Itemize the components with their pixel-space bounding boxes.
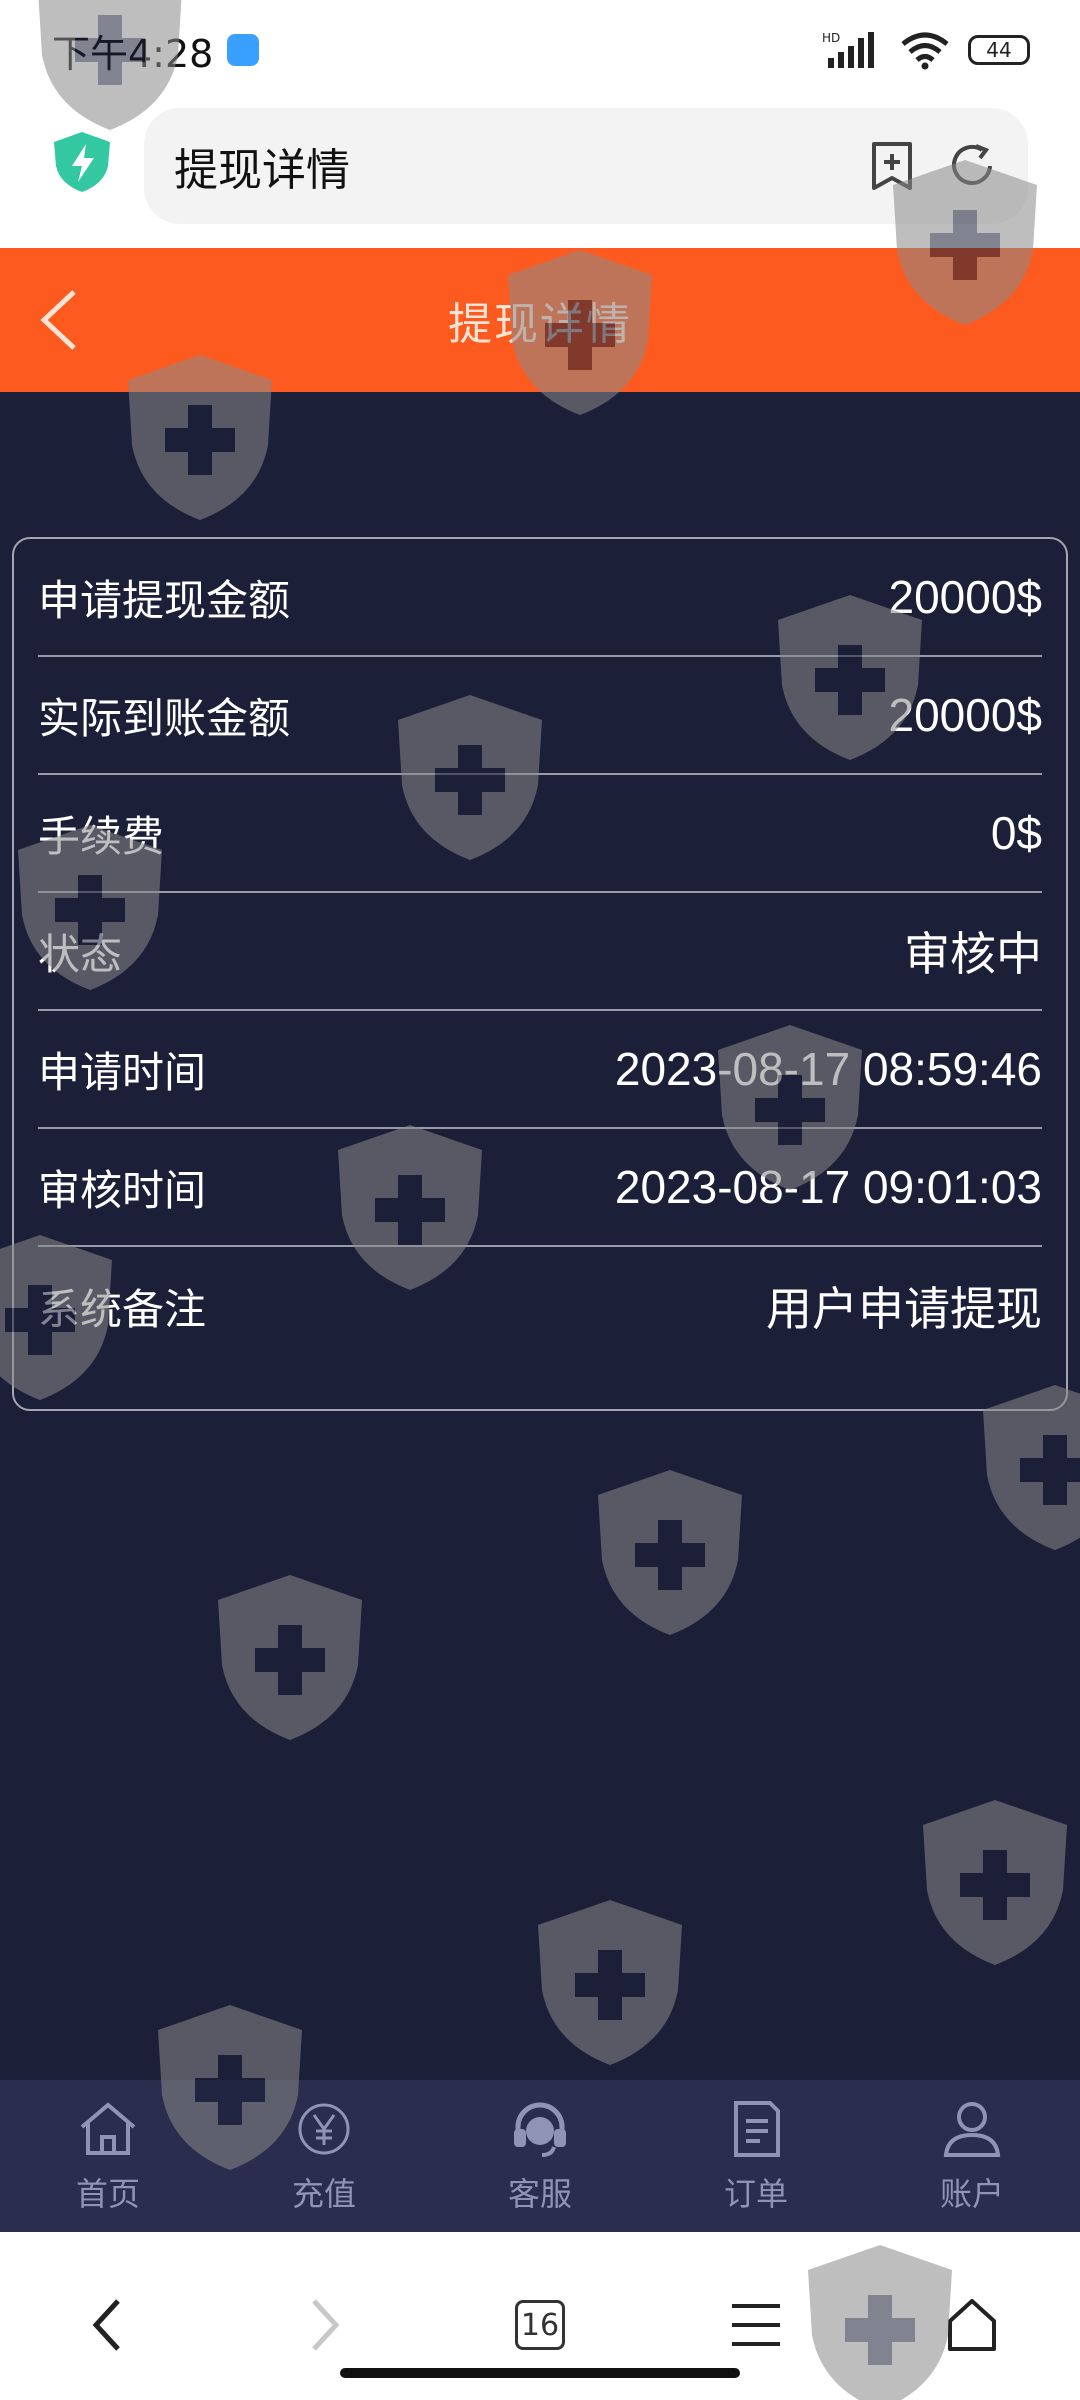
nav-label: 账户 (939, 2175, 1004, 2213)
hamburger-menu-icon (732, 2304, 780, 2346)
detail-row-review-time: 审核时间 2023-08-17 09:01:03 (38, 1129, 1042, 1247)
address-text[interactable]: 提现详情 (174, 134, 838, 198)
status-left: 下午4:28 (52, 23, 260, 78)
home-outline-icon (948, 2299, 996, 2351)
row-label: 申请时间 (38, 1047, 207, 1097)
withdrawal-detail-card: 申请提现金额 20000$ 实际到账金额 20000$ 手续费 0$ 状态 审核… (12, 537, 1068, 1411)
home-indicator[interactable] (340, 2368, 740, 2378)
browser-address-bar: 提现详情 (0, 100, 1080, 248)
nav-item-orders[interactable]: 订单 (676, 2097, 836, 2215)
row-label: 手续费 (38, 811, 165, 861)
address-field[interactable]: 提现详情 (144, 108, 1028, 224)
row-label: 审核时间 (38, 1165, 207, 1215)
row-value: 20000$ (888, 689, 1043, 741)
tabs-count: 16 (515, 2300, 565, 2350)
document-icon (734, 2101, 780, 2157)
nav-label: 充值 (291, 2175, 356, 2213)
row-value: 20000$ (888, 571, 1043, 623)
detail-row-requested-amount: 申请提现金额 20000$ (38, 539, 1042, 657)
nav-label: 客服 (507, 2175, 572, 2213)
page-header: 提现详情 (0, 248, 1080, 392)
browser-back-button[interactable] (73, 2290, 143, 2360)
battery-indicator: 44 (968, 35, 1030, 65)
row-label: 状态 (38, 929, 123, 979)
nav-label: 订单 (723, 2175, 788, 2213)
network-type-label: HD (822, 31, 840, 45)
nav-label: 首页 (75, 2175, 140, 2213)
home-icon (80, 2102, 136, 2155)
watermark-shield-icon (218, 1575, 362, 1740)
watermark-shield-icon (923, 1800, 1067, 1965)
row-label: 系统备注 (38, 1284, 207, 1334)
nav-item-customer-service[interactable]: 客服 (460, 2097, 620, 2215)
tabs-button[interactable]: 16 (505, 2290, 575, 2360)
row-value: 2023-08-17 08:59:46 (614, 1043, 1042, 1095)
status-time: 下午4:28 (52, 31, 214, 76)
watermark-shield-icon (538, 1900, 682, 2065)
watermark-shield-icon (598, 1470, 742, 1635)
signal-icon: HD (822, 31, 874, 68)
back-arrow-icon[interactable] (34, 288, 84, 352)
row-value: 用户申请提现 (766, 1283, 1042, 1335)
nav-item-home[interactable]: 首页 (28, 2097, 188, 2215)
chevron-right-icon (312, 2299, 340, 2351)
detail-row-system-remark: 系统备注 用户申请提现 (38, 1247, 1042, 1365)
detail-row-fee: 手续费 0$ (38, 775, 1042, 893)
row-value: 2023-08-17 09:01:03 (614, 1161, 1042, 1213)
headset-icon (514, 2102, 566, 2157)
yen-coin-icon (298, 2103, 350, 2155)
row-label: 实际到账金额 (38, 693, 291, 743)
user-icon (943, 2102, 1001, 2157)
refresh-icon[interactable] (946, 140, 998, 192)
detail-row-status: 状态 审核中 (38, 893, 1042, 1011)
status-bar: 下午4:28 HD 44 (0, 0, 1080, 100)
nav-item-account[interactable]: 账户 (892, 2097, 1052, 2215)
nav-item-recharge[interactable]: 充值 (244, 2097, 404, 2215)
detail-row-request-time: 申请时间 2023-08-17 08:59:46 (38, 1011, 1042, 1129)
app-bottom-nav: 首页 充值 客服 订单 账户 (0, 2080, 1080, 2232)
app-notification-icon (227, 34, 260, 66)
row-value: 0$ (990, 807, 1042, 859)
wifi-icon (901, 32, 949, 70)
row-label: 申请提现金额 (38, 575, 291, 625)
detail-row-actual-amount: 实际到账金额 20000$ (38, 657, 1042, 775)
security-shield-icon[interactable] (50, 130, 114, 194)
browser-home-button[interactable] (937, 2290, 1007, 2360)
browser-forward-button[interactable] (289, 2290, 359, 2360)
status-right: HD 44 (822, 30, 1030, 70)
page-title: 提现详情 (448, 299, 632, 350)
menu-button[interactable] (721, 2290, 791, 2360)
add-bookmark-icon[interactable] (866, 140, 918, 192)
status-value: 审核中 (904, 928, 1042, 980)
chevron-left-icon (92, 2299, 120, 2351)
